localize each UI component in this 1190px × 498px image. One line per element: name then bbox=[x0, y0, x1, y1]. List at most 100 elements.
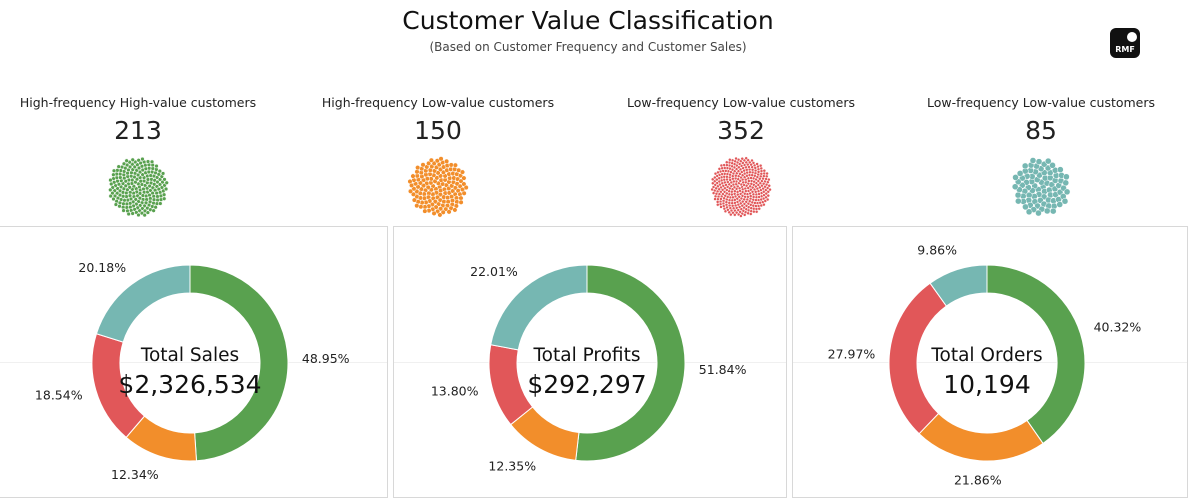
customer-bubble[interactable] bbox=[121, 208, 126, 213]
customer-bubble[interactable] bbox=[750, 158, 754, 163]
customer-bubble[interactable] bbox=[161, 192, 167, 197]
customer-bubble[interactable] bbox=[716, 202, 720, 207]
customer-bubble[interactable] bbox=[713, 171, 718, 176]
customer-bubble[interactable] bbox=[710, 177, 715, 182]
customer-bubble[interactable] bbox=[415, 165, 421, 171]
customer-bubble[interactable] bbox=[765, 197, 770, 202]
customer-bubble[interactable] bbox=[762, 168, 767, 173]
customer-bubble[interactable] bbox=[749, 212, 753, 216]
customer-bubble[interactable] bbox=[768, 187, 772, 192]
customer-bubble[interactable] bbox=[754, 209, 759, 214]
customer-bubble[interactable] bbox=[108, 193, 113, 199]
customer-bubble[interactable] bbox=[733, 213, 737, 217]
customer-bubble[interactable] bbox=[162, 196, 167, 201]
customer-bubble[interactable] bbox=[154, 163, 159, 169]
customer-bubble[interactable] bbox=[437, 212, 443, 218]
customer-bubble[interactable] bbox=[140, 156, 145, 162]
customer-bubble[interactable] bbox=[109, 181, 114, 187]
customer-bubble[interactable] bbox=[407, 178, 413, 185]
customer-bubble[interactable] bbox=[149, 159, 155, 164]
customer-bubble[interactable] bbox=[1049, 207, 1057, 215]
customer-bubble[interactable] bbox=[1061, 197, 1069, 205]
customer-bubble[interactable] bbox=[463, 185, 469, 191]
customer-bubble[interactable] bbox=[428, 157, 434, 163]
customer-bubble[interactable] bbox=[136, 212, 141, 218]
customer-bubble[interactable] bbox=[458, 195, 464, 201]
customer-bubble[interactable] bbox=[164, 180, 169, 185]
customer-bubble[interactable] bbox=[108, 187, 113, 193]
customer-bubble[interactable] bbox=[452, 207, 458, 213]
customer-bubble[interactable] bbox=[1043, 207, 1051, 215]
customer-bubble[interactable] bbox=[1063, 188, 1071, 196]
segment-bubble-cluster[interactable] bbox=[708, 154, 774, 220]
customer-bubble[interactable] bbox=[162, 177, 167, 182]
customer-bubble[interactable] bbox=[1011, 183, 1019, 191]
customer-bubble[interactable] bbox=[111, 168, 117, 173]
customer-bubble[interactable] bbox=[422, 208, 428, 214]
customer-bubble[interactable] bbox=[1025, 208, 1033, 216]
customer-bubble[interactable] bbox=[142, 212, 147, 218]
segment-bubble-cluster[interactable] bbox=[405, 154, 471, 220]
customer-bubble[interactable] bbox=[723, 209, 728, 214]
customer-bubble[interactable] bbox=[1021, 162, 1029, 170]
customer-bubble[interactable] bbox=[1044, 157, 1052, 165]
customer-bubble[interactable] bbox=[711, 191, 716, 195]
customer-bubble[interactable] bbox=[734, 156, 738, 161]
customer-bubble[interactable] bbox=[420, 162, 426, 168]
customer-bubble[interactable] bbox=[767, 184, 771, 188]
customer-bubble[interactable] bbox=[1012, 174, 1019, 181]
customer-bubble[interactable] bbox=[136, 158, 141, 163]
customer-bubble[interactable] bbox=[710, 187, 714, 192]
customer-bubble[interactable] bbox=[411, 197, 417, 203]
customer-bubble[interactable] bbox=[1057, 166, 1064, 173]
customer-bubble[interactable] bbox=[1056, 201, 1064, 208]
customer-bubble[interactable] bbox=[711, 181, 715, 186]
customer-bubble[interactable] bbox=[408, 188, 414, 194]
customer-bubble[interactable] bbox=[151, 208, 156, 213]
customer-bubble[interactable] bbox=[725, 160, 729, 165]
customer-bubble[interactable] bbox=[742, 213, 747, 217]
customer-bubble[interactable] bbox=[729, 212, 733, 217]
customer-bubble[interactable] bbox=[766, 193, 771, 198]
segment-bubble-cluster[interactable] bbox=[1008, 154, 1074, 220]
customer-bubble[interactable] bbox=[448, 162, 454, 168]
customer-bubble[interactable] bbox=[130, 157, 135, 162]
customer-bubble[interactable] bbox=[1035, 209, 1042, 217]
customer-bubble[interactable] bbox=[414, 169, 420, 175]
customer-bubble[interactable] bbox=[163, 186, 169, 192]
customer-bubble[interactable] bbox=[1063, 173, 1070, 181]
customer-bubble[interactable] bbox=[458, 199, 464, 205]
customer-bubble[interactable] bbox=[410, 173, 416, 179]
customer-bubble[interactable] bbox=[744, 156, 748, 160]
customer-bubble[interactable] bbox=[1014, 191, 1022, 199]
customer-bubble[interactable] bbox=[444, 158, 450, 164]
customer-bubble[interactable] bbox=[1015, 197, 1022, 205]
customer-bubble[interactable] bbox=[452, 162, 458, 168]
customer-bubble[interactable] bbox=[740, 156, 744, 161]
customer-bubble[interactable] bbox=[113, 202, 119, 207]
donut-slice[interactable] bbox=[95, 264, 191, 343]
customer-bubble[interactable] bbox=[765, 171, 769, 176]
customer-bubble[interactable] bbox=[160, 171, 166, 176]
customer-bubble[interactable] bbox=[719, 205, 723, 209]
customer-bubble[interactable] bbox=[116, 164, 121, 169]
customer-bubble[interactable] bbox=[767, 177, 771, 182]
customer-bubble[interactable] bbox=[713, 197, 717, 201]
customer-bubble[interactable] bbox=[126, 211, 131, 217]
customer-bubble[interactable] bbox=[426, 208, 432, 214]
customer-bubble[interactable] bbox=[124, 158, 129, 163]
customer-bubble[interactable] bbox=[414, 203, 420, 209]
customer-bubble[interactable] bbox=[438, 156, 444, 162]
customer-bubble[interactable] bbox=[446, 209, 452, 215]
customer-bubble[interactable] bbox=[130, 211, 135, 216]
customer-bubble[interactable] bbox=[1062, 179, 1070, 187]
donut-slice[interactable] bbox=[488, 344, 534, 426]
customer-bubble[interactable] bbox=[108, 177, 113, 183]
customer-bubble[interactable] bbox=[717, 167, 722, 171]
customer-bubble[interactable] bbox=[153, 205, 158, 210]
segment-bubble-cluster[interactable] bbox=[105, 154, 171, 220]
customer-bubble[interactable] bbox=[111, 172, 116, 177]
customer-bubble[interactable] bbox=[1035, 158, 1043, 165]
customer-bubble[interactable] bbox=[739, 214, 743, 218]
customer-bubble[interactable] bbox=[461, 190, 467, 196]
